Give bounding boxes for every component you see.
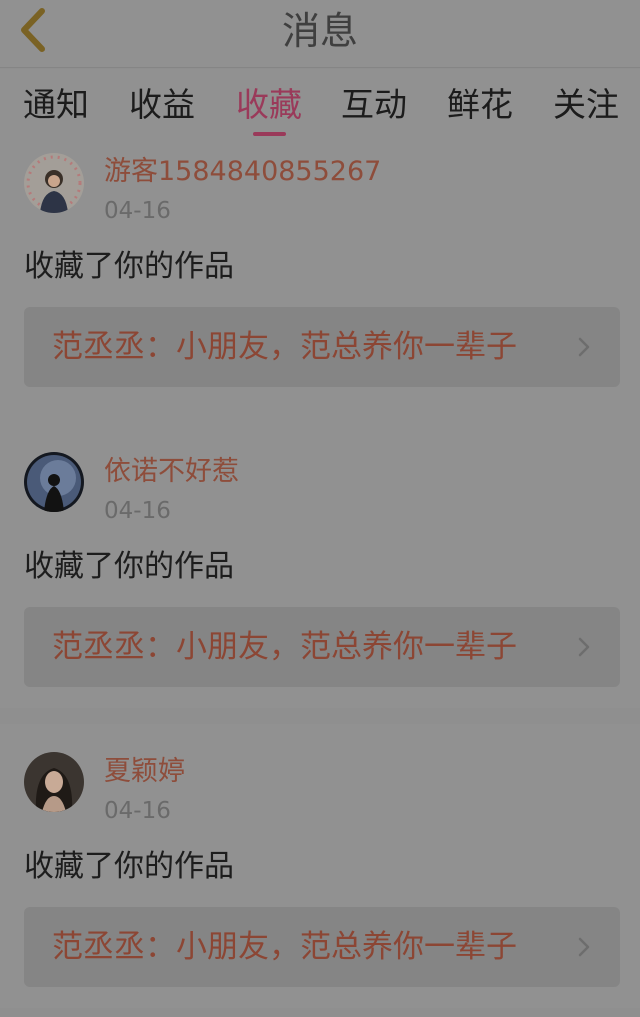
tab-earnings[interactable]: 收益 bbox=[129, 83, 195, 127]
app-header: 消息 bbox=[0, 0, 640, 68]
work-title: 范丞丞：小朋友，范总养你一辈子 bbox=[52, 629, 517, 665]
username[interactable]: 夏颖婷 bbox=[104, 754, 185, 790]
list-item: 依诺不好惹 04-16 收藏了你的作品 范丞丞：小朋友，范总养你一辈子 bbox=[0, 424, 640, 708]
avatar[interactable] bbox=[24, 452, 84, 512]
chevron-right-icon bbox=[578, 337, 590, 357]
list-item: 夏颖婷 04-16 收藏了你的作品 范丞丞：小朋友，范总养你一辈子 bbox=[0, 724, 640, 1008]
tab-favorites[interactable]: 收藏 bbox=[236, 83, 302, 127]
avatar[interactable] bbox=[24, 752, 84, 812]
username[interactable]: 游客1584840855267 bbox=[104, 154, 381, 190]
tab-following[interactable]: 关注 bbox=[553, 83, 619, 127]
page-title: 消息 bbox=[281, 9, 358, 53]
avatar[interactable] bbox=[24, 153, 84, 213]
list-item: 游客1584840855267 04-16 收藏了你的作品 范丞丞：小朋友，范总… bbox=[0, 141, 640, 425]
message-date: 04-16 bbox=[104, 798, 171, 824]
message-date: 04-16 bbox=[104, 498, 171, 524]
work-title: 范丞丞：小朋友，范总养你一辈子 bbox=[52, 929, 517, 965]
chevron-right-icon bbox=[578, 637, 590, 657]
action-text: 收藏了你的作品 bbox=[24, 249, 234, 284]
work-link[interactable]: 范丞丞：小朋友，范总养你一辈子 bbox=[24, 907, 620, 987]
tab-interactions[interactable]: 互动 bbox=[341, 83, 407, 127]
tab-bar: 通知 收益 收藏 互动 鲜花 关注 bbox=[0, 69, 640, 141]
tab-flowers[interactable]: 鲜花 bbox=[447, 83, 513, 127]
action-text: 收藏了你的作品 bbox=[24, 849, 234, 884]
tab-notifications[interactable]: 通知 bbox=[23, 83, 89, 127]
chevron-right-icon bbox=[578, 937, 590, 957]
work-link[interactable]: 范丞丞：小朋友，范总养你一辈子 bbox=[24, 607, 620, 687]
work-link[interactable]: 范丞丞：小朋友，范总养你一辈子 bbox=[24, 307, 620, 387]
username[interactable]: 依诺不好惹 bbox=[104, 454, 239, 490]
action-text: 收藏了你的作品 bbox=[24, 549, 234, 584]
work-title: 范丞丞：小朋友，范总养你一辈子 bbox=[52, 329, 517, 365]
message-date: 04-16 bbox=[104, 198, 171, 224]
active-tab-indicator bbox=[253, 132, 286, 136]
